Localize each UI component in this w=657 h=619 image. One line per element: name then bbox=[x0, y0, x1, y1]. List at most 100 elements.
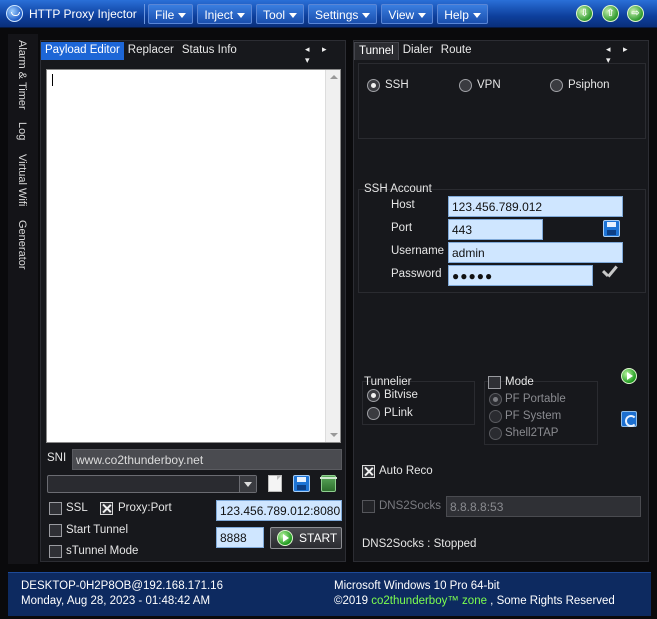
host-info: DESKTOP-0H2P8OB@192.168.171.16 bbox=[21, 580, 223, 592]
password-input[interactable]: ●●●●● bbox=[448, 265, 593, 286]
proxy-port-label: Proxy:Port bbox=[118, 502, 172, 514]
proxy-port-checkbox[interactable] bbox=[100, 502, 113, 515]
pf-system-label: PF System bbox=[505, 410, 562, 422]
tunnel-panel: Tunnel Dialer Route ◂ ▸ ▾ SSH VPN Psipho… bbox=[353, 40, 649, 562]
password-label: Password bbox=[391, 268, 442, 280]
menu-separator bbox=[144, 4, 145, 24]
proxy-port-input[interactable]: 123.456.789.012:8080 bbox=[216, 500, 342, 521]
bitvise-radio[interactable] bbox=[367, 389, 380, 402]
menu-help-label: Help bbox=[444, 8, 469, 22]
menu-inject-label: Inject bbox=[204, 8, 234, 22]
stunnel-checkbox[interactable] bbox=[49, 545, 62, 558]
brand-link[interactable]: co2thunderboy™ zone bbox=[371, 595, 487, 607]
dns2socks-checkbox[interactable] bbox=[362, 500, 375, 513]
chevron-down-icon bbox=[362, 13, 371, 18]
menu-settings-label: Settings bbox=[315, 8, 359, 22]
trash-icon[interactable] bbox=[320, 475, 337, 492]
auto-reco-checkbox[interactable] bbox=[362, 465, 375, 478]
arrow-right-icon[interactable]: ⇨ bbox=[627, 5, 644, 22]
tab-replacer[interactable]: Replacer bbox=[124, 42, 178, 60]
editor-scrollbar[interactable] bbox=[325, 70, 340, 442]
tunnelier-title: Tunnelier bbox=[364, 376, 412, 388]
chevron-down-icon[interactable] bbox=[239, 476, 256, 492]
dns-status: DNS2Socks : Stopped bbox=[362, 538, 477, 550]
menu-bar: File Inject Tool Settings View Help bbox=[148, 4, 492, 24]
chevron-down-icon bbox=[418, 13, 427, 18]
copyright-prefix: ©2019 bbox=[334, 595, 372, 607]
status-bar: DESKTOP-0H2P8OB@192.168.171.16 Monday, A… bbox=[8, 572, 651, 616]
app-title: HTTP Proxy Injector bbox=[29, 7, 137, 21]
tab-status-info[interactable]: Status Info bbox=[178, 42, 241, 60]
chevron-down-icon bbox=[289, 13, 298, 18]
tab-tunnel[interactable]: Tunnel bbox=[354, 42, 399, 60]
save-icon[interactable] bbox=[293, 475, 310, 492]
mode-group bbox=[358, 63, 646, 139]
local-port-input[interactable]: 8888 bbox=[216, 527, 264, 548]
menu-help[interactable]: Help bbox=[437, 4, 488, 24]
new-document-icon[interactable] bbox=[268, 475, 282, 492]
dns-input[interactable]: 8.8.8.8:53 bbox=[446, 496, 641, 517]
sni-input[interactable]: www.co2thunderboy.net bbox=[72, 449, 342, 470]
checkmark-icon[interactable] bbox=[599, 263, 619, 283]
menu-settings[interactable]: Settings bbox=[308, 4, 378, 24]
arrow-down-icon[interactable]: ⇩ bbox=[576, 5, 593, 22]
ssh-label: SSH bbox=[385, 79, 409, 91]
scroll-up-icon[interactable] bbox=[330, 75, 338, 79]
menu-tool[interactable]: Tool bbox=[256, 4, 305, 24]
port-label: Port bbox=[391, 222, 413, 234]
side-tab-virtual-wifi[interactable]: Virtual Wifi bbox=[16, 154, 28, 206]
psiphon-label: Psiphon bbox=[568, 79, 610, 91]
copyright-suffix: , Some Rights Reserved bbox=[486, 595, 615, 607]
shell2tap-radio[interactable] bbox=[489, 427, 502, 440]
ssl-label: SSL bbox=[66, 502, 88, 514]
tab-route[interactable]: Route bbox=[437, 42, 476, 60]
menu-view-label: View bbox=[388, 8, 415, 22]
play-icon[interactable] bbox=[621, 368, 637, 384]
plink-label: PLink bbox=[384, 407, 413, 419]
tunnel-tabs: Tunnel Dialer Route bbox=[354, 42, 475, 60]
side-tab-log[interactable]: Log bbox=[16, 122, 28, 140]
port-input[interactable]: 443 bbox=[448, 219, 543, 240]
save-account-icon[interactable] bbox=[603, 220, 620, 237]
shell2tap-label: Shell2TAP bbox=[505, 427, 559, 439]
datetime: Monday, Aug 28, 2023 - 01:48:42 AM bbox=[21, 595, 211, 607]
chevron-down-icon bbox=[237, 13, 246, 18]
payload-editor[interactable] bbox=[46, 69, 341, 443]
vpn-radio[interactable] bbox=[459, 79, 472, 92]
start-tunnel-checkbox[interactable] bbox=[49, 524, 62, 537]
pf-system-radio[interactable] bbox=[489, 410, 502, 423]
os-info: Microsoft Windows 10 Pro 64-bit bbox=[334, 580, 500, 592]
chevron-down-icon bbox=[472, 13, 481, 18]
menu-inject[interactable]: Inject bbox=[197, 4, 253, 24]
app-logo-icon bbox=[6, 5, 23, 22]
tab-nav-arrows[interactable]: ◂ ▸ ▾ bbox=[305, 44, 345, 66]
plink-radio[interactable] bbox=[367, 407, 380, 420]
tab-dialer[interactable]: Dialer bbox=[399, 42, 437, 60]
ssl-checkbox[interactable] bbox=[49, 502, 62, 515]
menu-file-label: File bbox=[155, 8, 175, 22]
psiphon-radio[interactable] bbox=[550, 79, 563, 92]
mode-checkbox[interactable] bbox=[488, 376, 501, 389]
tab-payload-editor[interactable]: Payload Editor bbox=[41, 42, 124, 60]
text-caret bbox=[52, 74, 53, 86]
bitvise-label: Bitvise bbox=[384, 389, 418, 401]
side-tabs: Alarm & Timer Log Virtual Wifi Generator bbox=[8, 34, 38, 564]
side-tab-generator[interactable]: Generator bbox=[16, 220, 28, 270]
host-input[interactable]: 123.456.789.012 bbox=[448, 196, 623, 217]
dns2socks-label: DNS2Socks bbox=[379, 500, 441, 512]
title-bar: HTTP Proxy Injector File Inject Tool Set… bbox=[0, 0, 657, 28]
payload-select[interactable] bbox=[47, 475, 257, 493]
menu-view[interactable]: View bbox=[381, 4, 434, 24]
start-button[interactable]: START bbox=[270, 527, 342, 549]
side-tab-alarm-timer[interactable]: Alarm & Timer bbox=[16, 40, 28, 110]
username-label: Username bbox=[391, 245, 445, 257]
menu-file[interactable]: File bbox=[148, 4, 194, 24]
pf-portable-radio[interactable] bbox=[489, 393, 502, 406]
ssh-radio[interactable] bbox=[367, 79, 380, 92]
username-input[interactable]: admin bbox=[448, 242, 623, 263]
arrow-up-icon[interactable]: ⇧ bbox=[602, 5, 619, 22]
start-button-label: START bbox=[299, 531, 338, 545]
refresh-icon[interactable] bbox=[621, 411, 637, 427]
auto-reco-label: Auto Reco bbox=[379, 465, 433, 477]
scroll-down-icon[interactable] bbox=[330, 433, 338, 437]
